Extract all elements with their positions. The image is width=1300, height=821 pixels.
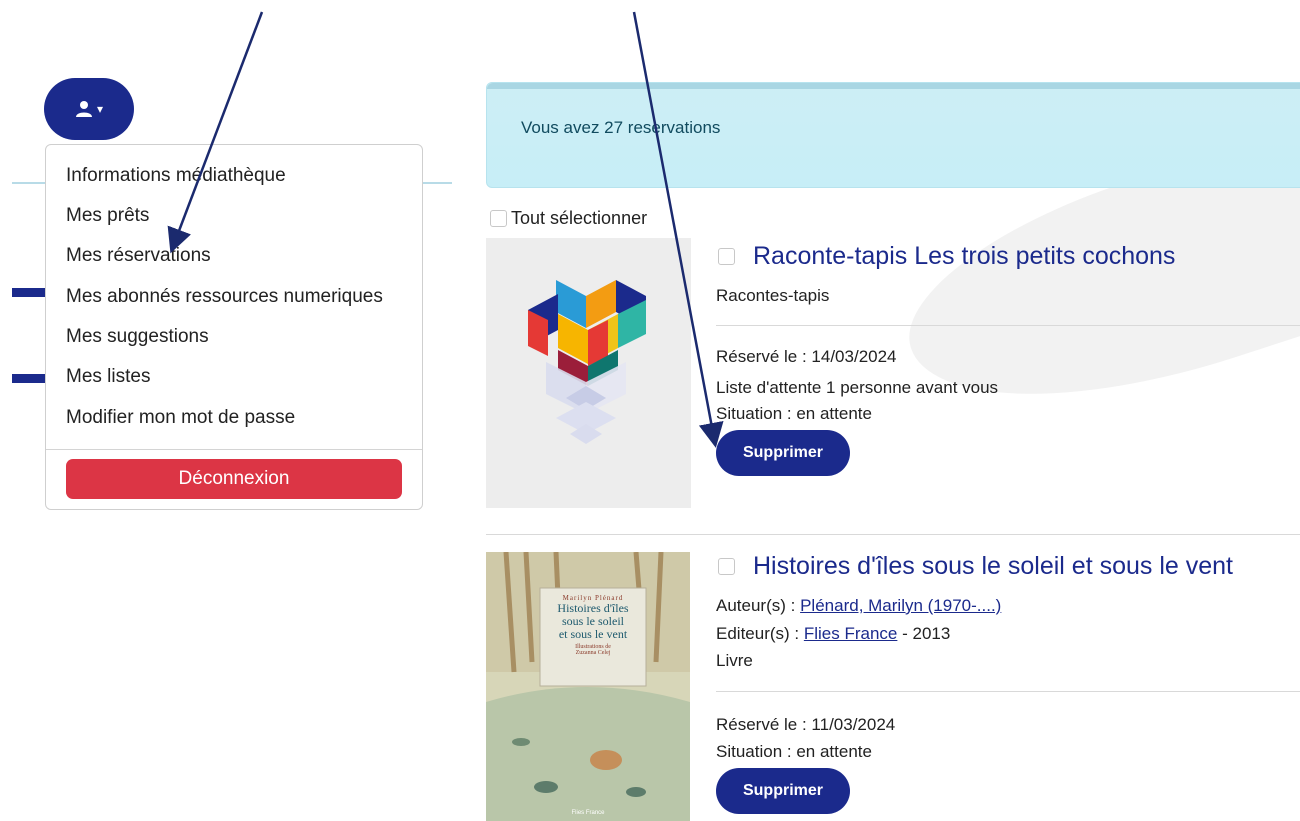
item-title[interactable]: Histoires d'îles sous le soleil et sous … (753, 552, 1233, 581)
cover-publisher: Flies France (571, 810, 605, 816)
caret-down-icon: ▾ (96, 102, 104, 116)
menu-item-prets[interactable]: Mes prêts (66, 205, 149, 227)
reservations-info-banner: Vous avez 27 reservations (486, 82, 1300, 188)
logout-button[interactable]: Déconnexion (66, 459, 402, 499)
authors-line: Auteur(s) : Plénard, Marilyn (1970-....) (716, 596, 1002, 615)
delete-reservation-button[interactable]: Supprimer (716, 768, 850, 814)
reserved-date: Réservé le : 11/03/2024 (716, 715, 896, 734)
item-title[interactable]: Raconte-tapis Les trois petits cochons (753, 242, 1175, 271)
publisher-line: Editeur(s) : Flies France - 2013 (716, 624, 951, 643)
raconte-tapis-logo (528, 280, 646, 444)
user-icon (75, 101, 92, 117)
menu-item-reservations[interactable]: Mes réservations (66, 245, 211, 267)
menu-divider (46, 449, 422, 450)
menu-item-suggestions[interactable]: Mes suggestions (66, 326, 209, 348)
item-type: Livre (716, 651, 753, 670)
queue-info: Liste d'attente 1 personne avant vous (716, 378, 999, 397)
cover-text: Marilyn Plénard Histoires d'îles sous le… (557, 594, 629, 656)
user-menu-button[interactable]: ▾ (44, 78, 134, 140)
reservations-count-text: Vous avez 27 reservations (521, 118, 721, 137)
item-title-row: Histoires d'îles sous le soleil et sous … (718, 552, 1233, 581)
author-link[interactable]: Plénard, Marilyn (1970-....) (800, 596, 1001, 615)
select-all-label: Tout sélectionner (511, 208, 648, 228)
reserved-date: Réservé le : 14/03/2024 (716, 347, 897, 366)
item-divider (716, 691, 1300, 692)
publisher-link[interactable]: Flies France (804, 624, 898, 643)
item-thumbnail (486, 238, 691, 508)
item-divider (716, 325, 1300, 326)
status-text: Situation : en attente (716, 404, 872, 423)
select-all-checkbox[interactable] (490, 210, 507, 227)
book-cover: Marilyn Plénard Histoires d'îles sous le… (486, 552, 690, 821)
item-checkbox[interactable] (718, 248, 735, 265)
menu-item-listes[interactable]: Mes listes (66, 366, 150, 388)
delete-reservation-button[interactable]: Supprimer (716, 430, 850, 476)
item-title-row: Raconte-tapis Les trois petits cochons (718, 242, 1175, 271)
item-separator (486, 534, 1300, 535)
status-text: Situation : en attente (716, 742, 872, 761)
menu-item-mot-de-passe[interactable]: Modifier mon mot de passe (66, 407, 295, 429)
item-type: Racontes-tapis (716, 286, 830, 305)
user-dropdown-menu: Informations médiathèque Mes prêts Mes r… (45, 144, 423, 510)
item-checkbox[interactable] (718, 558, 735, 575)
book-cover-illustration (486, 552, 690, 821)
menu-item-ressources-numeriques[interactable]: Mes abonnés ressources numeriques (66, 286, 383, 308)
menu-item-informations[interactable]: Informations médiathèque (66, 165, 286, 187)
select-all: Tout sélectionner (490, 208, 647, 229)
